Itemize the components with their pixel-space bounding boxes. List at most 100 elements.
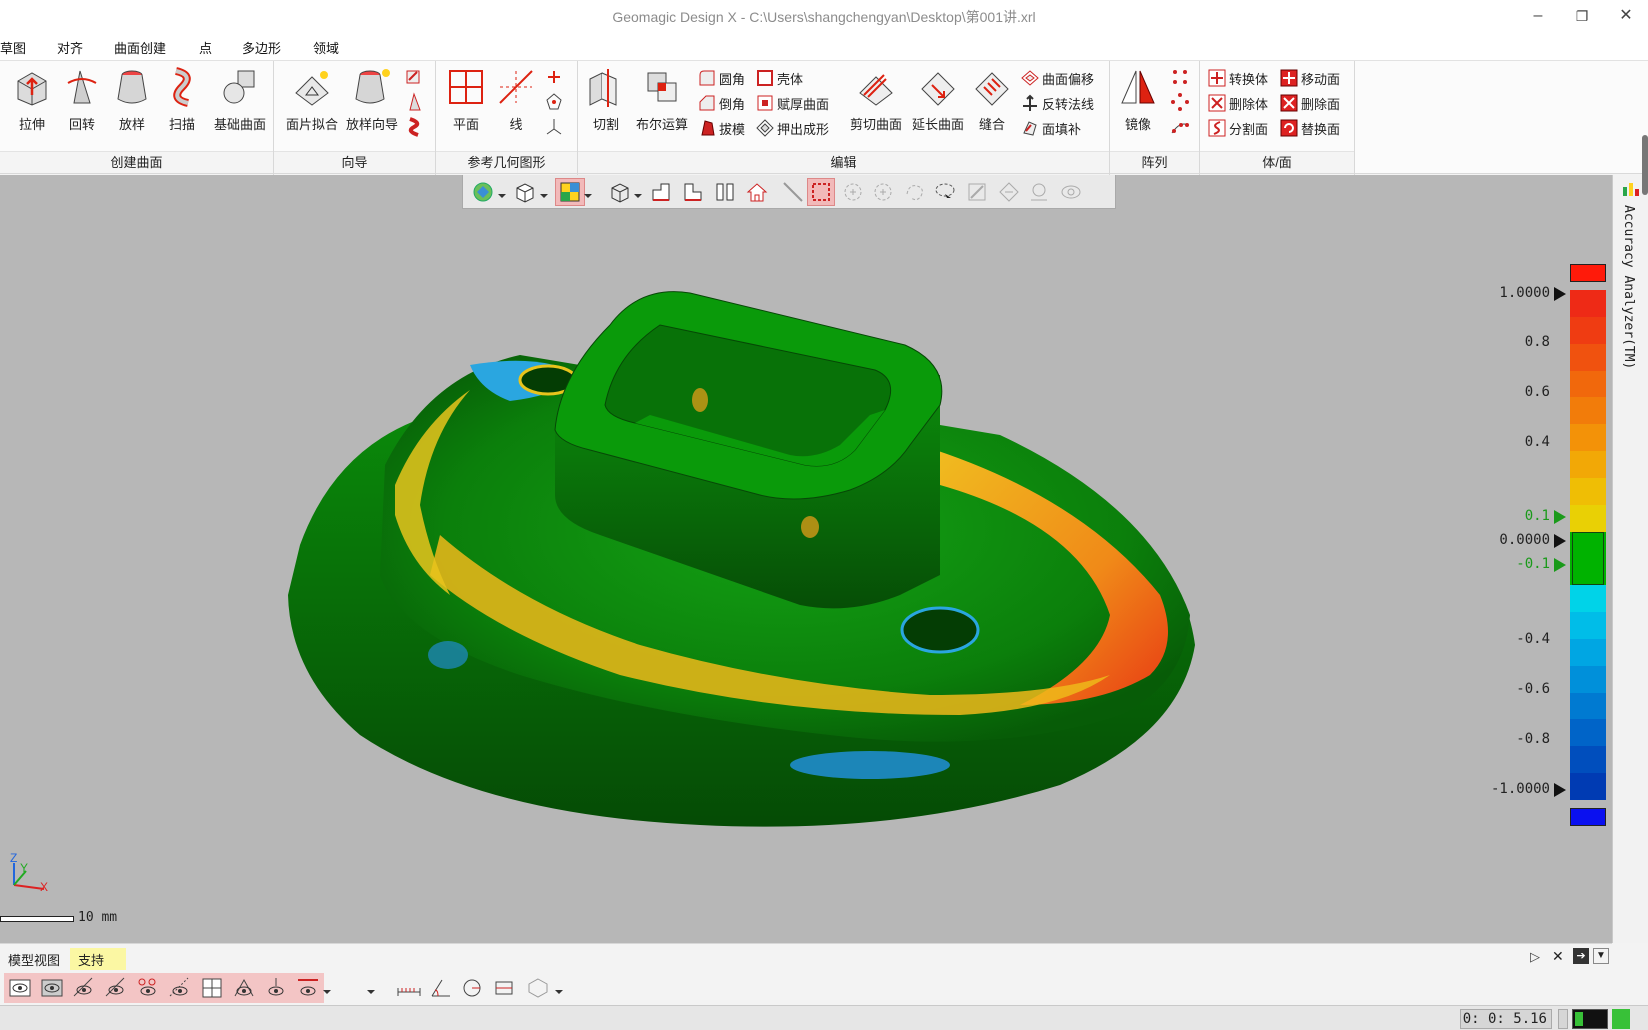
close-button[interactable]: ✕ <box>1614 6 1638 26</box>
eye-icon[interactable] <box>40 976 66 1000</box>
menu-sketch[interactable]: 草图 <box>0 38 26 57</box>
delete-face-button[interactable]: 删除面 <box>1280 92 1340 114</box>
measure-radius-icon[interactable] <box>460 976 486 1000</box>
dropdown-arrow-icon[interactable] <box>322 976 332 1000</box>
dropdown-arrow-icon[interactable] <box>554 976 564 1000</box>
eye-icon[interactable] <box>72 976 98 1000</box>
next-icon[interactable]: ➔ <box>1573 948 1589 964</box>
legend-color-segment <box>1570 424 1606 452</box>
menu-align[interactable]: 对齐 <box>57 38 83 57</box>
move-face-button[interactable]: 移动面 <box>1280 67 1340 89</box>
plane-button[interactable]: 平面 <box>444 67 488 133</box>
eye-icon[interactable] <box>264 976 290 1000</box>
offset-surface-button[interactable]: 曲面偏移 <box>1021 67 1094 89</box>
axis-x-label: X <box>40 880 49 894</box>
mesh-fit-button[interactable]: 面片拟合 <box>282 67 342 133</box>
sew-button[interactable]: 缝合 <box>970 67 1014 133</box>
extrude-wizard-icon[interactable] <box>404 67 424 87</box>
model-viewport[interactable]: Z Y X 10 mm 1.0000 0.8 0.6 0.4 0.1 0.0000 -0.1… <box>0 175 1612 943</box>
menu-point[interactable]: 点 <box>199 38 212 57</box>
legend-marker-icon[interactable] <box>1554 558 1566 572</box>
thicken-button[interactable]: 赋厚曲面 <box>756 92 829 114</box>
move-face-icon <box>1280 69 1298 87</box>
transform-body-button[interactable]: 转换体 <box>1208 67 1268 89</box>
chart-icon[interactable] <box>1621 179 1641 197</box>
axis-icon[interactable] <box>544 117 564 137</box>
menu-region[interactable]: 领域 <box>313 38 339 57</box>
emboss-button[interactable]: 押出成形 <box>756 117 829 139</box>
minimize-button[interactable]: – <box>1526 6 1550 26</box>
legend-color-segment <box>1570 773 1606 801</box>
eye-icon[interactable] <box>296 976 322 1000</box>
measure-section-icon[interactable] <box>492 976 518 1000</box>
reverse-normal-button[interactable]: 反转法线 <box>1021 92 1094 114</box>
line-button[interactable]: 线 <box>494 67 538 133</box>
curve-pattern-icon[interactable] <box>1170 117 1190 137</box>
deviation-pocket-spot <box>692 388 708 412</box>
measure-distance-icon[interactable] <box>396 976 422 1000</box>
menu-polygon[interactable]: 多边形 <box>242 38 281 57</box>
cut-button[interactable]: 切割 <box>584 67 628 133</box>
sweep-wizard-icon[interactable] <box>404 117 424 137</box>
mirror-button[interactable]: 镜像 <box>1116 67 1160 133</box>
coord-system-icon[interactable] <box>544 92 564 112</box>
eye-icon[interactable] <box>168 976 194 1000</box>
plane-label: 平面 <box>452 117 479 132</box>
revolve-button[interactable]: 回转 <box>60 67 104 133</box>
shell-button[interactable]: 壳体 <box>756 67 803 89</box>
fillet-button[interactable]: 圆角 <box>698 67 745 89</box>
delete-body-button[interactable]: 删除体 <box>1208 92 1268 114</box>
replace-face-button[interactable]: 替换面 <box>1280 117 1340 139</box>
loft-wizard-button[interactable]: 放样向导 <box>342 67 402 133</box>
point-icon[interactable] <box>544 67 564 87</box>
group-create-surface: 拉伸 回转 放样 扫描 基础曲面 创建曲面 <box>0 61 274 175</box>
tab-model-view[interactable]: 模型视图 <box>0 948 68 970</box>
chevron-down-icon[interactable]: ▼ <box>1593 948 1609 964</box>
legend-color-segment <box>1570 316 1606 345</box>
legend-marker-icon[interactable] <box>1554 510 1566 524</box>
extend-surface-button[interactable]: 延长曲面 <box>908 67 968 133</box>
loft-button[interactable]: 放样 <box>110 67 154 133</box>
boolean-button[interactable]: 布尔运算 <box>632 67 692 133</box>
fill-face-button[interactable]: 面填补 <box>1021 117 1081 139</box>
shell-label: 壳体 <box>777 71 804 87</box>
measure-angle-icon[interactable] <box>428 976 454 1000</box>
linear-pattern-icon[interactable] <box>1170 67 1190 87</box>
extrude-button[interactable]: 拉伸 <box>10 67 54 133</box>
legend-marker-icon[interactable] <box>1554 534 1566 548</box>
split-face-button[interactable]: 分割面 <box>1208 117 1268 139</box>
primitive-surface-label: 基础曲面 <box>213 117 266 132</box>
eye-icon[interactable] <box>232 976 258 1000</box>
circular-pattern-icon[interactable] <box>1170 92 1190 112</box>
chamfer-button[interactable]: 倒角 <box>698 92 745 114</box>
legend-marker-icon[interactable] <box>1554 287 1566 301</box>
group-label-create-surface: 创建曲面 <box>0 151 273 173</box>
scan-model-3d[interactable] <box>0 175 1612 943</box>
cut-label: 切割 <box>592 117 619 132</box>
panel-title[interactable]: Accuracy Analyzer(TM) <box>1621 205 1636 369</box>
trim-surface-button[interactable]: 剪切曲面 <box>846 67 906 133</box>
sweep-button[interactable]: 扫描 <box>160 67 204 133</box>
eye-icon[interactable] <box>200 976 226 1000</box>
revolve-wizard-icon[interactable] <box>404 92 424 112</box>
legend-color-segment <box>1570 585 1606 613</box>
mesh-deviation-icon[interactable] <box>526 976 552 1000</box>
legend-marker-icon[interactable] <box>1554 783 1566 797</box>
draft-button[interactable]: 拔模 <box>698 117 745 139</box>
emboss-icon <box>756 119 774 137</box>
menu-surface-create[interactable]: 曲面创建 <box>114 38 166 57</box>
extend-surface-label: 延长曲面 <box>911 117 964 132</box>
eye-icon[interactable] <box>136 976 162 1000</box>
restore-button[interactable]: ❐ <box>1570 6 1594 26</box>
close-icon[interactable]: ✕ <box>1552 948 1564 965</box>
panel-scroll-handle[interactable] <box>1642 135 1648 195</box>
play-icon[interactable]: ▷ <box>1530 949 1540 965</box>
primitive-surface-button[interactable]: 基础曲面 <box>210 67 270 133</box>
extrude-icon <box>17 72 47 106</box>
tab-support[interactable]: 支持 <box>70 948 126 970</box>
legend-color-segment <box>1570 504 1606 533</box>
dropdown-arrow-icon[interactable] <box>366 976 376 1000</box>
legend-color-segment <box>1570 719 1606 747</box>
eye-icon[interactable] <box>104 976 130 1000</box>
eye-icon[interactable] <box>8 976 34 1000</box>
